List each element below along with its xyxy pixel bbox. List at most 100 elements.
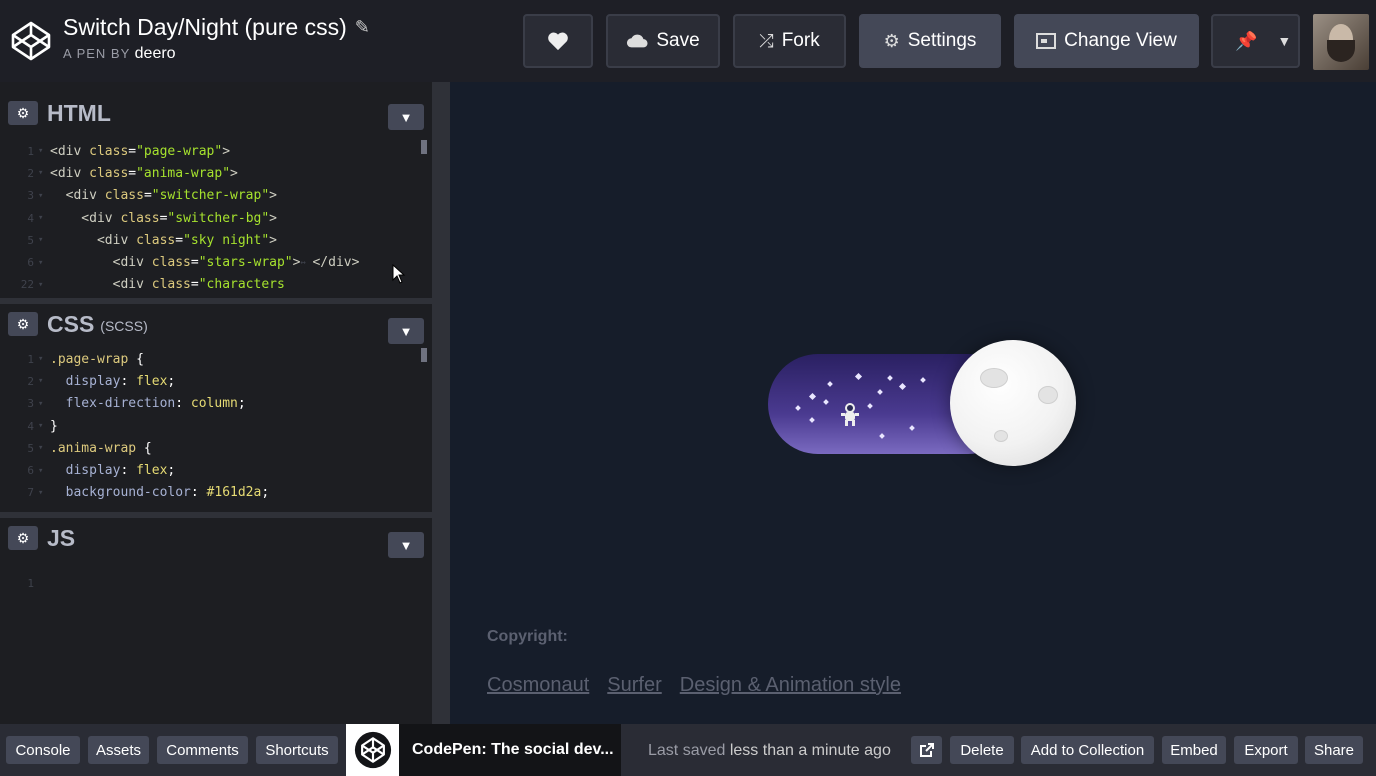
line-number: 6 [27,256,34,270]
fold-arrow-icon[interactable]: ▾ [38,354,50,364]
save-button[interactable]: Save [606,14,720,68]
code-token: ; [167,373,176,389]
js-editor: ⚙ JS ▼ 1 [0,512,432,724]
code-line[interactable]: 7 ▾ background-color: #161d2a; [0,482,432,504]
code-token: flex [136,463,168,479]
code-line[interactable]: 3 ▾ flex-direction: column; [0,393,432,415]
avatar[interactable] [1313,14,1369,70]
pen-title-block: Switch Day/Night (pure css) ✎ A PEN BY d… [63,14,370,63]
code-token: ; [167,463,176,479]
line-number: 2 [27,166,34,180]
codepen-tab-logo[interactable] [346,724,399,776]
pen-title-text: Switch Day/Night (pure css) [63,14,347,40]
html-scrollbar[interactable] [421,140,427,154]
chevron-down-icon[interactable]: ▼ [1277,33,1291,49]
moon-knob[interactable] [950,340,1076,466]
fold-arrow-icon[interactable]: ▾ [38,191,50,201]
comments-button[interactable]: Comments [157,736,248,764]
html-editor: ⚙ HTML ▼ 1 ▾ <div class = "page-wrap" >2 ▾ <div… [0,90,432,298]
code-token: > [269,210,277,226]
code-token: flex-direction [50,396,176,412]
fork-button[interactable]: ⤮ Fork [733,14,846,68]
pin-button[interactable]: 📌 ▼ [1211,14,1300,68]
line-number: 4 [27,419,34,433]
shortcuts-button[interactable]: Shortcuts [256,736,338,764]
cloud-icon [627,34,648,48]
code-token: class [89,165,129,181]
delete-button[interactable]: Delete [950,736,1014,764]
fold-arrow-icon[interactable]: ▾ [38,488,50,498]
code-token: "sky night" [183,232,270,248]
code-line[interactable]: 4 ▾} [0,415,432,437]
code-token: class [120,210,160,226]
resize-handle[interactable] [432,82,450,724]
code-line[interactable]: 3 ▾ <div class = "switcher-wrap" > [0,185,432,207]
code-line[interactable]: 6 ▾ display: flex; [0,459,432,481]
codepen-logo-icon[interactable] [10,20,52,62]
code-line[interactable]: 6 ▾ <div class = "stars-wrap" > ↔ </div> [0,251,432,273]
credits: Cosmonaut Surfer Design & Animation styl… [487,674,901,697]
fold-arrow-icon[interactable]: ▾ [38,258,50,268]
code-token: ↔ [300,257,306,268]
console-button[interactable]: Console [6,736,80,764]
star [808,392,817,401]
js-code-area[interactable]: 1 [0,558,432,594]
settings-button[interactable]: ⚙ Settings [859,14,1001,68]
fold-arrow-icon[interactable]: ▾ [38,280,50,290]
code-line[interactable]: 4 ▾ <div class = "switcher-bg" > [0,207,432,229]
fold-arrow-icon[interactable]: ▾ [38,399,50,409]
external-link-icon [919,743,934,757]
code-token: { [136,351,144,367]
credit-link-design[interactable]: Design & Animation style [680,674,901,697]
export-button[interactable]: Export [1234,736,1298,764]
heart-button[interactable] [523,14,593,68]
external-link-button[interactable] [911,736,942,764]
js-settings-gear-icon[interactable]: ⚙ [8,526,38,550]
pen-title[interactable]: Switch Day/Night (pure css) ✎ [63,14,370,41]
fold-arrow-icon[interactable]: ▾ [38,421,50,431]
code-line[interactable]: 5 ▾ <div class = "sky night" > [0,229,432,251]
js-chevron-down-icon[interactable]: ▼ [388,532,424,558]
code-line[interactable]: 2 ▾ display: flex; [0,370,432,392]
preview-frame[interactable]: Copyright: Cosmonaut Surfer Design & Ani… [450,82,1376,724]
fold-arrow-icon[interactable]: ▾ [38,235,50,245]
credit-link-cosmonaut[interactable]: Cosmonaut [487,674,589,697]
code-line[interactable]: 22 ▾ <div class = "characters [0,274,432,296]
change-view-button[interactable]: Change View [1014,14,1199,68]
html-settings-gear-icon[interactable]: ⚙ [8,101,38,125]
fold-arrow-icon[interactable]: ▾ [38,168,50,178]
line-number: 5 [27,441,34,455]
css-settings-gear-icon[interactable]: ⚙ [8,312,38,336]
code-line[interactable]: 1 ▾ .page-wrap { [0,348,432,370]
html-chevron-down-icon[interactable]: ▼ [388,104,424,130]
code-token: "switcher-wrap" [151,188,270,204]
star [877,389,883,395]
author-link[interactable]: deero [135,45,176,62]
pencil-icon[interactable]: ✎ [355,17,370,38]
code-token: = [190,255,199,271]
fold-arrow-icon[interactable]: ▾ [38,146,50,156]
code-token: #161d2a [206,485,262,501]
css-chevron-down-icon[interactable]: ▼ [388,318,424,344]
code-line[interactable]: 1 ▾ <div class = "page-wrap" > [0,140,432,162]
share-button[interactable]: Share [1305,736,1363,764]
assets-button[interactable]: Assets [88,736,149,764]
star [898,382,907,391]
css-scrollbar[interactable] [421,348,427,362]
code-line[interactable]: 2 ▾ <div class = "anima-wrap" > [0,162,432,184]
fold-arrow-icon[interactable]: ▾ [38,466,50,476]
code-token: <div [50,277,152,293]
fold-arrow-icon[interactable]: ▾ [38,443,50,453]
embed-button[interactable]: Embed [1162,736,1226,764]
fold-arrow-icon[interactable]: ▾ [38,213,50,223]
codepen-tab-label[interactable]: CodePen: The social dev... [399,724,621,776]
credit-link-surfer[interactable]: Surfer [607,674,661,697]
add-to-collection-button[interactable]: Add to Collection [1021,736,1154,764]
css-code-area[interactable]: 1 ▾ .page-wrap {2 ▾ display: flex; 3 ▾ flex-d… [0,344,432,504]
fold-arrow-icon[interactable]: ▾ [38,376,50,386]
code-line[interactable]: 5 ▾ .anima-wrap { [0,437,432,459]
html-code-area[interactable]: 1 ▾ <div class = "page-wrap" >2 ▾ <div class = "a… [0,136,432,296]
code-token: <div [50,165,90,181]
code-line[interactable]: 1 [0,572,432,594]
code-token: : [175,396,191,412]
